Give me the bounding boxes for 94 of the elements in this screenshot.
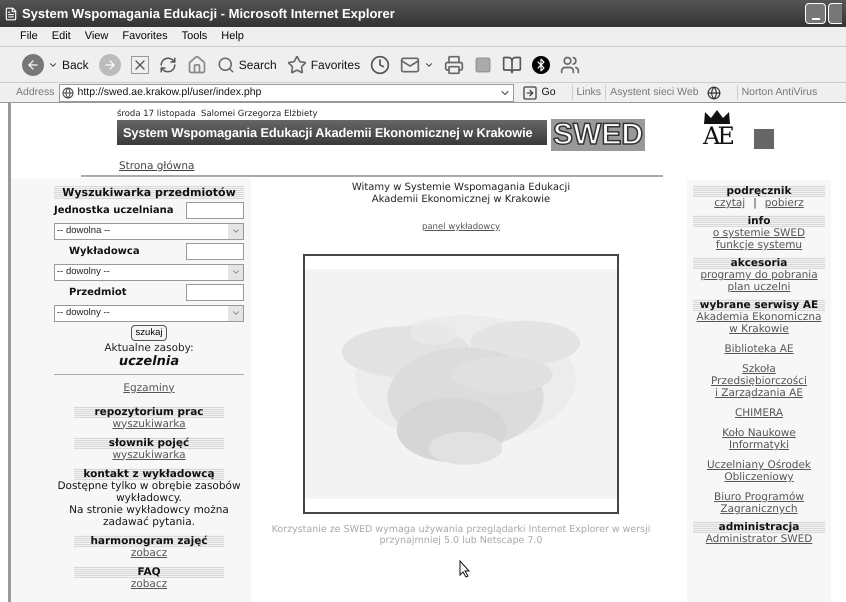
crown-icon: [703, 109, 732, 125]
logo-text: SWED: [551, 119, 645, 151]
section-heading: info: [693, 215, 825, 227]
section-heading: Wyszukiwarka przedmiotów: [54, 186, 244, 199]
link[interactable]: Biblioteka AE: [724, 343, 794, 355]
go-button[interactable]: Go: [518, 84, 560, 100]
select-field[interactable]: -- dowolny --: [54, 264, 244, 281]
link[interactable]: wyszukiwarka: [112, 448, 186, 460]
stop-icon: [130, 56, 149, 74]
section-heading: słownik pojęć: [74, 436, 224, 448]
search-button[interactable]: Search: [212, 50, 281, 80]
globe-icon: [706, 86, 721, 100]
section-heading: repozytorium prac: [74, 406, 224, 418]
app-icon: [4, 6, 18, 20]
link[interactable]: zobacz: [130, 546, 168, 558]
link[interactable]: pobierz: [764, 197, 804, 209]
field-label: Jednostka uczelniana: [54, 204, 174, 218]
forward-icon: [98, 54, 121, 76]
address-label: Address: [16, 84, 55, 100]
browser-note: Korzystanie ze SWED wymaga używania przeglądarki Internet Explorer w wersji przynajmniej 5.0 lub Netscape 7.0: [272, 524, 650, 546]
search-button[interactable]: szukaj: [130, 324, 168, 341]
square-icon: [474, 56, 492, 74]
text-field[interactable]: [186, 284, 244, 302]
section-heading: podręcznik: [693, 185, 825, 197]
link[interactable]: Koło Naukowe Informatyki: [722, 427, 796, 451]
search-icon: [216, 56, 235, 74]
menu-item[interactable]: File: [20, 28, 38, 45]
link[interactable]: programy do pobrania: [700, 269, 818, 281]
info-text: Dostępne tylko w obrębie zasobów wykładowcy. Na stronie wykładowcy można zadawać pytania.: [57, 480, 241, 528]
panel-link[interactable]: panel wykładowcy: [422, 220, 500, 234]
address-field[interactable]: http://swed.ae.krakow.pl/user/index.php: [58, 84, 514, 102]
assistant-button[interactable]: Asystent sieci Web: [605, 84, 699, 100]
link[interactable]: plan uczelni: [728, 281, 790, 293]
section-heading: FAQ: [74, 566, 224, 578]
people-icon: [560, 54, 580, 74]
select-field[interactable]: -- dowolny --: [54, 304, 244, 322]
banner-title: System Wspomagania Edukacji Akademii Ekonomicznej w Krakowie: [123, 124, 533, 142]
home-link[interactable]: Strona główna: [119, 160, 194, 172]
star-icon: [286, 54, 307, 74]
favorites-button[interactable]: Favorites: [282, 50, 364, 80]
bluetooth-icon: [532, 56, 550, 74]
menu-item[interactable]: Favorites: [122, 28, 168, 45]
history-icon: [370, 54, 390, 74]
exams-link[interactable]: Egzaminy: [123, 380, 175, 396]
book-icon: [502, 54, 522, 74]
link[interactable]: czytaj: [714, 197, 746, 209]
links-button[interactable]: Links: [572, 84, 602, 100]
menu-item[interactable]: View: [84, 28, 108, 45]
section-heading: harmonogram zajęć: [74, 534, 224, 546]
link[interactable]: Administrator SWED: [706, 533, 812, 545]
text-field[interactable]: [186, 243, 244, 260]
link[interactable]: funkcje systemu: [716, 239, 802, 251]
dropdown-icon: [228, 264, 243, 280]
section-heading: kontakt z wykładowcą: [74, 468, 224, 480]
section-heading: wybrane serwisy AE: [693, 299, 825, 311]
section-heading: administracja: [693, 521, 825, 533]
minimize-button[interactable]: [805, 3, 826, 24]
refresh-icon: [158, 56, 177, 74]
link[interactable]: Uczelniany Ośrodek Obliczeniowy: [706, 459, 811, 483]
welcome-text: Witamy w Systemie Wspomagania Edukacji Akademii Ekonomicznej w Krakowie: [352, 182, 570, 206]
mail-icon: [400, 54, 420, 74]
date-text: środa 17 listopada Salomei Grzegorza Elżbiety: [117, 109, 319, 119]
emblem-text: AE: [703, 125, 732, 147]
maximize-button[interactable]: [828, 3, 842, 24]
link[interactable]: Szkoła Przedsiębiorczości i Zarządzania AE: [711, 363, 807, 399]
link[interactable]: wyszukiwarka: [112, 418, 186, 430]
separator: |: [753, 197, 757, 209]
link[interactable]: CHIMERA: [734, 407, 784, 419]
resources-label: Aktualne zasoby:: [104, 342, 194, 355]
menu-item[interactable]: Edit: [52, 28, 71, 45]
text-field[interactable]: [186, 202, 244, 220]
back-icon: [22, 54, 44, 76]
window-title: System Wspomagania Edukacji - Microsoft Internet Explorer: [22, 4, 395, 23]
select-field[interactable]: -- dowolna --: [54, 222, 244, 240]
resources-value: uczelnia: [118, 354, 180, 369]
home-icon: [186, 54, 207, 74]
url-text: http://swed.ae.krakow.pl/user/index.php: [78, 84, 262, 100]
menu-item[interactable]: Tools: [182, 28, 208, 45]
section-heading: akcesoria: [693, 257, 825, 269]
field-label: Przedmiot: [68, 286, 127, 300]
field-label: Wykładowca: [68, 245, 140, 260]
link[interactable]: Akademia Ekonomiczna w Krakowie: [696, 311, 822, 335]
dropdown-icon: [228, 306, 243, 321]
go-icon: [522, 84, 538, 100]
antivirus-button[interactable]: Norton AntiVirus: [736, 84, 818, 100]
printer-icon: [444, 54, 464, 74]
link[interactable]: zobacz: [130, 578, 168, 590]
menu-item[interactable]: Help: [221, 28, 244, 45]
cursor-icon: [459, 560, 471, 578]
dropdown-icon: [228, 224, 243, 239]
back-button[interactable]: Back: [18, 50, 93, 80]
link[interactable]: Biuro Programów Zagranicznych: [714, 491, 804, 515]
link[interactable]: o systemie SWED: [712, 227, 806, 239]
logo-square: [754, 129, 774, 149]
